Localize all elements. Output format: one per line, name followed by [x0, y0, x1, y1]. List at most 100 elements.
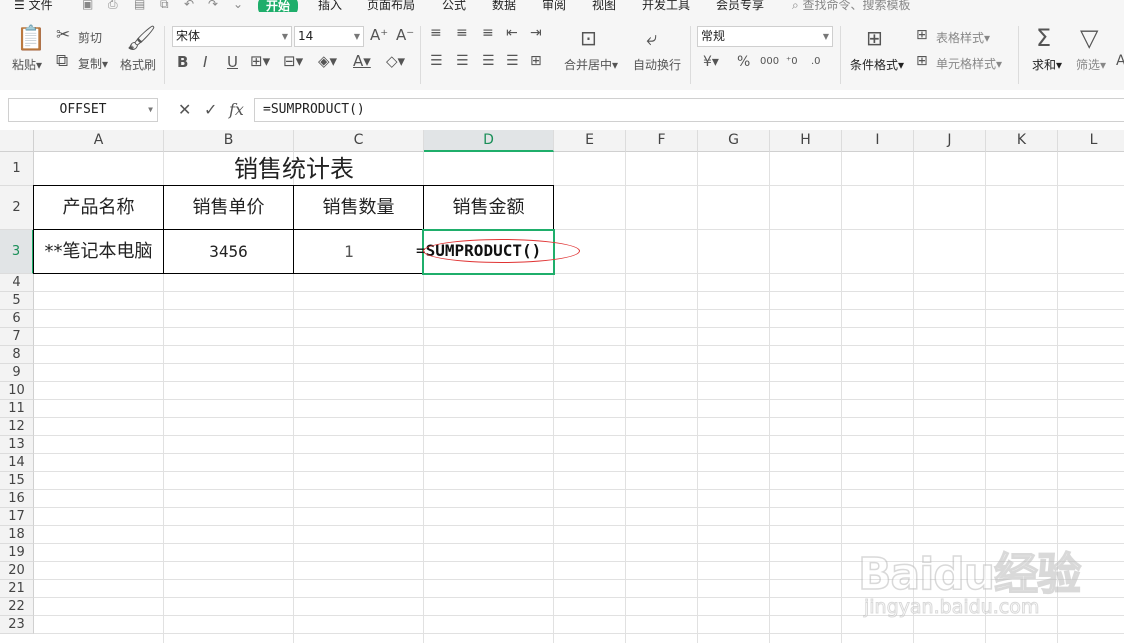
- column-header-k[interactable]: K: [986, 130, 1058, 152]
- fx-icon[interactable]: fx: [229, 100, 244, 119]
- merge-center-icon[interactable]: ⊡: [580, 26, 597, 50]
- header-product-name[interactable]: 产品名称: [33, 185, 164, 230]
- row-header-20[interactable]: 20: [0, 562, 34, 580]
- cell-price[interactable]: 3456: [163, 229, 294, 274]
- row-header-8[interactable]: 8: [0, 346, 34, 364]
- column-header-d[interactable]: D: [424, 130, 554, 152]
- paste-button[interactable]: 粘贴▾: [12, 56, 42, 73]
- merge-center-button[interactable]: 合并居中▾: [564, 56, 618, 73]
- sort-icon[interactable]: A: [1116, 52, 1124, 70]
- justify-icon[interactable]: ☰: [506, 52, 519, 70]
- header-unit-price[interactable]: 销售单价: [163, 185, 294, 230]
- command-search[interactable]: ⌕ 查找命令、搜索模板: [792, 0, 911, 12]
- tab-view[interactable]: 视图: [592, 0, 616, 12]
- increase-decimal-icon[interactable]: ⁺0: [786, 53, 798, 71]
- tab-data[interactable]: 数据: [492, 0, 516, 12]
- chevron-down-icon[interactable]: ⌄: [233, 0, 243, 11]
- row-header-10[interactable]: 10: [0, 382, 34, 400]
- sum-icon[interactable]: Σ: [1036, 26, 1051, 50]
- increase-font-icon[interactable]: A⁺: [370, 26, 388, 44]
- format-painter-button[interactable]: 格式刷: [120, 56, 156, 73]
- font-size-select[interactable]: 14 ▼: [294, 26, 364, 47]
- row-header-12[interactable]: 12: [0, 418, 34, 436]
- format-painter-icon[interactable]: 🖌: [126, 26, 156, 50]
- column-header-b[interactable]: B: [164, 130, 294, 152]
- row-header-23[interactable]: 23: [0, 616, 34, 634]
- row-header-22[interactable]: 22: [0, 598, 34, 616]
- table-style-button[interactable]: 表格样式▾: [936, 29, 990, 46]
- distribute-icon[interactable]: ⊞: [530, 52, 542, 70]
- column-header-a[interactable]: A: [34, 130, 164, 152]
- column-header-e[interactable]: E: [554, 130, 626, 152]
- border-icon[interactable]: ⊞▾: [250, 52, 270, 70]
- column-header-l[interactable]: L: [1058, 130, 1124, 152]
- decrease-font-icon[interactable]: A⁻: [396, 26, 414, 44]
- sum-button[interactable]: 求和▾: [1032, 56, 1062, 73]
- wrap-text-button[interactable]: 自动换行: [633, 56, 681, 73]
- table-style-icon[interactable]: ⊞: [916, 26, 928, 44]
- cell-style-button[interactable]: 单元格样式▾: [936, 55, 1002, 72]
- tab-developer[interactable]: 开发工具: [642, 0, 690, 12]
- row-header-4[interactable]: 4: [0, 274, 34, 292]
- row-header-13[interactable]: 13: [0, 436, 34, 454]
- table-border-icon[interactable]: ⊟▾: [283, 52, 303, 70]
- undo-icon[interactable]: ↶: [184, 0, 194, 11]
- name-box[interactable]: OFFSET ▼: [8, 98, 158, 122]
- align-left-icon[interactable]: ☰: [430, 52, 443, 70]
- column-header-f[interactable]: F: [626, 130, 698, 152]
- conditional-format-button[interactable]: 条件格式▾: [850, 56, 904, 73]
- copy-icon[interactable]: ⧉: [56, 52, 68, 70]
- decrease-decimal-icon[interactable]: .0: [811, 53, 821, 71]
- column-header-j[interactable]: J: [914, 130, 986, 152]
- tab-page-layout[interactable]: 页面布局: [367, 0, 415, 12]
- filter-icon[interactable]: ▽: [1080, 26, 1098, 50]
- percent-icon[interactable]: %: [737, 53, 750, 71]
- row-header-7[interactable]: 7: [0, 328, 34, 346]
- header-quantity[interactable]: 销售数量: [293, 185, 424, 230]
- indent-increase-icon[interactable]: ⇥: [530, 24, 542, 42]
- row-header-5[interactable]: 5: [0, 292, 34, 310]
- select-all-corner[interactable]: [0, 130, 34, 152]
- column-header-i[interactable]: I: [842, 130, 914, 152]
- row-header-1[interactable]: 1: [0, 152, 34, 186]
- filter-button[interactable]: 筛选▾: [1076, 56, 1106, 73]
- underline-icon[interactable]: U: [227, 53, 238, 71]
- preview-icon[interactable]: ▤: [134, 0, 145, 11]
- menu-file[interactable]: ☰ 文件: [14, 0, 53, 12]
- align-top-icon[interactable]: ≡: [430, 24, 442, 42]
- row-header-18[interactable]: 18: [0, 526, 34, 544]
- cell-quantity[interactable]: 1: [293, 229, 424, 274]
- save-icon[interactable]: ▣: [82, 0, 93, 11]
- column-header-h[interactable]: H: [770, 130, 842, 152]
- bold-icon[interactable]: B: [177, 53, 188, 71]
- italic-icon[interactable]: I: [203, 53, 207, 71]
- print-icon[interactable]: ⎙: [108, 0, 118, 12]
- export-icon[interactable]: ⧉: [160, 0, 169, 12]
- header-sales-amount[interactable]: 销售金额: [423, 185, 554, 230]
- scissors-icon[interactable]: ✂: [56, 26, 70, 44]
- cell-style-icon[interactable]: ⊞: [916, 52, 928, 70]
- tab-member[interactable]: 会员专享: [716, 0, 764, 12]
- cell-product[interactable]: **笔记本电脑: [33, 229, 164, 274]
- row-header-9[interactable]: 9: [0, 364, 34, 382]
- row-header-16[interactable]: 16: [0, 490, 34, 508]
- tab-formulas[interactable]: 公式: [442, 0, 466, 12]
- align-middle-icon[interactable]: ≡: [456, 24, 468, 42]
- indent-decrease-icon[interactable]: ⇤: [506, 24, 518, 42]
- tab-home[interactable]: 开始: [258, 0, 299, 12]
- align-right-icon[interactable]: ☰: [482, 52, 495, 70]
- align-bottom-icon[interactable]: ≡: [482, 24, 494, 42]
- thousands-icon[interactable]: 000: [760, 53, 779, 71]
- row-header-6[interactable]: 6: [0, 310, 34, 328]
- tab-review[interactable]: 审阅: [542, 0, 566, 12]
- tab-insert[interactable]: 插入: [318, 0, 342, 12]
- wrap-text-icon[interactable]: ⤶: [646, 26, 657, 50]
- row-header-2[interactable]: 2: [0, 186, 34, 230]
- copy-button[interactable]: 复制▾: [78, 55, 108, 72]
- row-header-19[interactable]: 19: [0, 544, 34, 562]
- cancel-icon[interactable]: ✕: [178, 100, 191, 119]
- paste-icon[interactable]: 📋: [16, 26, 46, 50]
- number-format-select[interactable]: 常规 ▼: [697, 26, 833, 47]
- column-header-c[interactable]: C: [294, 130, 424, 152]
- column-header-g[interactable]: G: [698, 130, 770, 152]
